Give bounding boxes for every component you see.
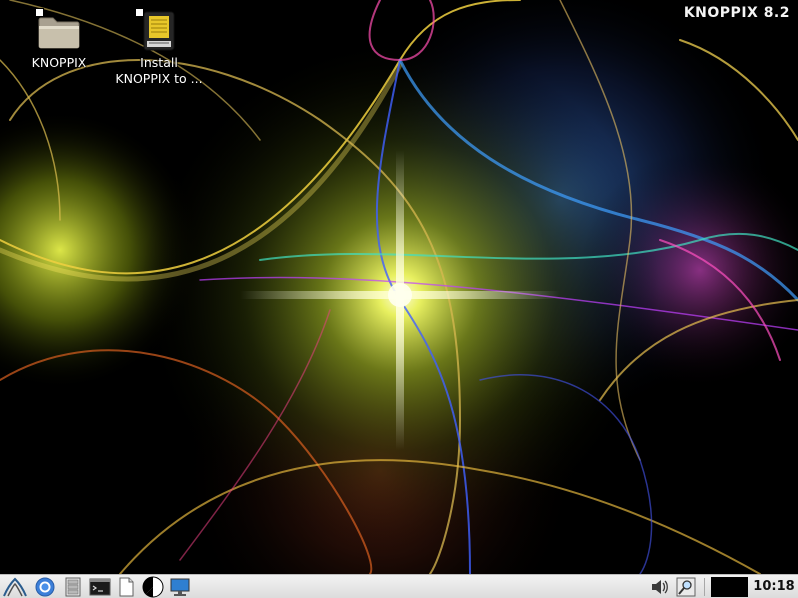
desktop-icon-install-knoppix[interactable]: Install KNOPPIX to ... bbox=[104, 8, 214, 87]
monitor-icon bbox=[170, 578, 190, 596]
folder-icon bbox=[35, 8, 83, 52]
knoppix-menu-icon bbox=[3, 577, 27, 597]
tray-separator bbox=[704, 578, 705, 596]
speaker-icon bbox=[652, 580, 668, 594]
display-settings-launcher[interactable] bbox=[168, 576, 192, 598]
clock[interactable]: 10:18 bbox=[751, 577, 797, 597]
taskbar: 10:18 bbox=[0, 574, 798, 598]
terminal-launcher[interactable] bbox=[88, 576, 112, 598]
search-button[interactable] bbox=[674, 576, 698, 598]
browser-launcher[interactable] bbox=[33, 576, 57, 598]
cpu-monitor-widget[interactable] bbox=[711, 577, 748, 597]
shortcut-badge-icon bbox=[35, 8, 44, 17]
show-desktop-launcher[interactable] bbox=[141, 576, 165, 598]
desktop-icon-knoppix[interactable]: KNOPPIX bbox=[4, 8, 114, 71]
desktop[interactable]: KNOPPIX 8.2 KNOPPIX Install KNOPPIX to .… bbox=[0, 0, 798, 574]
text-editor-launcher[interactable] bbox=[114, 576, 138, 598]
desktop-icon-label: KNOPPIX bbox=[31, 55, 87, 70]
volume-button[interactable] bbox=[648, 576, 672, 598]
start-menu-button[interactable] bbox=[3, 576, 27, 598]
install-drive-icon bbox=[135, 8, 183, 52]
chromium-icon bbox=[35, 577, 55, 597]
file-manager-launcher[interactable] bbox=[61, 576, 85, 598]
shortcut-badge-icon bbox=[135, 8, 144, 17]
file-manager-icon bbox=[65, 577, 81, 597]
text-editor-icon bbox=[119, 577, 134, 597]
terminal-icon bbox=[89, 578, 111, 596]
pie-icon bbox=[142, 576, 164, 598]
knoppix-version-logo: KNOPPIX 8.2 bbox=[683, 5, 790, 21]
magnifier-icon bbox=[676, 577, 696, 597]
desktop-icon-label: Install KNOPPIX to ... bbox=[115, 55, 203, 86]
